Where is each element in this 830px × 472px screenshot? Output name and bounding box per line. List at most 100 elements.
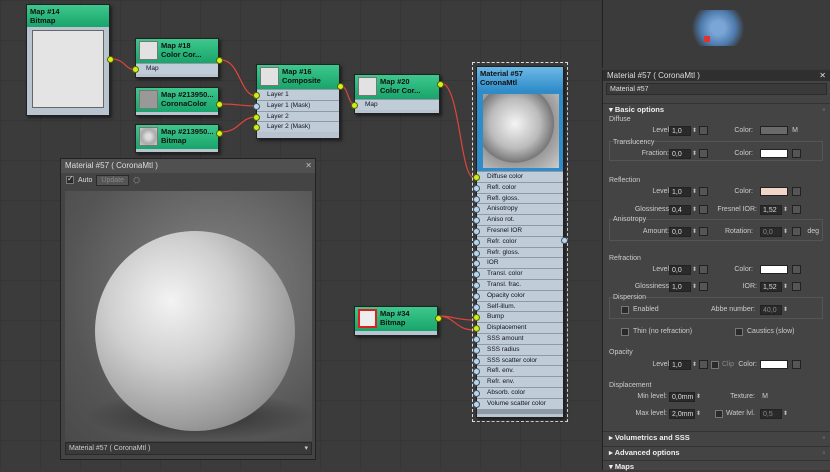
input-socket[interactable] — [473, 206, 480, 214]
slot-map[interactable]: Map — [351, 99, 439, 110]
fraction-spinner[interactable]: 0,0 — [669, 149, 697, 159]
input-socket[interactable] — [473, 281, 480, 289]
caustics-checkbox[interactable] — [735, 328, 743, 336]
refl-color-map-button[interactable] — [792, 187, 801, 196]
material-slot[interactable]: Displacement — [473, 322, 563, 333]
node-map213-color[interactable]: Map #213950... CoronaColor — [135, 87, 223, 116]
material-slot[interactable]: Bump — [473, 311, 563, 323]
input-socket[interactable] — [473, 195, 480, 203]
navigator-viewport-marker[interactable] — [704, 36, 710, 42]
material-slot[interactable]: Refr. gloss. — [473, 246, 563, 258]
input-socket[interactable] — [473, 249, 480, 257]
input-socket[interactable] — [473, 238, 480, 246]
min-level-spinner[interactable]: 0,0mm — [669, 392, 701, 402]
diffuse-color-swatch[interactable] — [760, 126, 788, 135]
opacity-color-swatch[interactable] — [760, 360, 788, 369]
material-slot[interactable]: Transl. color — [473, 268, 563, 279]
rollout-advanced[interactable]: ▸ Advanced options ▫ — [603, 446, 830, 457]
output-socket[interactable] — [337, 83, 344, 90]
translucency-color-swatch[interactable] — [760, 149, 788, 158]
output-socket[interactable] — [216, 130, 223, 137]
input-socket[interactable] — [473, 346, 480, 354]
refl-level-map-button[interactable] — [699, 187, 708, 196]
refl-gloss-map-button[interactable] — [699, 205, 708, 214]
refr-color-swatch[interactable] — [760, 265, 788, 274]
translucency-map-button[interactable] — [792, 149, 801, 158]
preview-titlebar[interactable]: Material #57 ( CoronaMtl ) ✕ — [61, 159, 315, 173]
abbe-number-spinner[interactable]: 40,0 — [760, 305, 788, 315]
output-socket[interactable] — [216, 57, 223, 64]
close-icon[interactable]: ✕ — [305, 159, 312, 173]
node-material57[interactable]: Material #57 CoronaMtl Diffuse color Refl.… — [473, 66, 568, 418]
output-socket[interactable] — [437, 81, 444, 88]
input-socket[interactable] — [473, 292, 480, 300]
node-graph-canvas[interactable]: Map #14 Bitmap Map #18 Color Cor... Map Ma… — [0, 0, 600, 470]
max-level-spinner[interactable]: 2,0mm — [669, 409, 701, 419]
material-slot[interactable]: Refr. color — [473, 235, 563, 247]
pin-icon[interactable]: ▫ — [822, 432, 825, 443]
ior-map-button[interactable] — [792, 282, 801, 291]
input-socket[interactable] — [473, 303, 480, 311]
input-socket[interactable] — [253, 113, 260, 121]
input-socket[interactable] — [473, 227, 480, 235]
fresnel-ior-map-button[interactable] — [792, 205, 801, 214]
rollout-maps[interactable]: ▾ Maps — [603, 460, 830, 471]
update-button[interactable]: Update — [96, 174, 129, 186]
material-slot[interactable]: Refl. color — [473, 181, 563, 193]
input-socket[interactable] — [473, 217, 480, 225]
node-map34[interactable]: Map #34 Bitmap — [354, 306, 442, 336]
refr-level-spinner[interactable]: 0,0 — [669, 265, 697, 275]
clip-checkbox[interactable] — [711, 361, 719, 369]
input-socket[interactable] — [473, 357, 480, 365]
input-socket[interactable] — [473, 314, 480, 322]
slot-layer1-mask[interactable]: Layer 1 (Mask) — [253, 99, 339, 111]
node-map20[interactable]: Map #20 Color Cor... Map — [351, 74, 444, 114]
output-socket[interactable] — [216, 101, 223, 108]
refr-gloss-map-button[interactable] — [699, 282, 708, 291]
input-socket[interactable] — [473, 174, 480, 181]
input-socket[interactable] — [473, 325, 480, 333]
material-slot[interactable]: Fresnel IOR — [473, 224, 563, 236]
material-slot[interactable]: Absorb. color — [473, 386, 563, 398]
water-level-checkbox[interactable] — [715, 410, 723, 418]
dispersion-enabled-checkbox[interactable] — [621, 306, 629, 314]
water-level-spinner[interactable]: 0,5 — [760, 409, 788, 419]
displacement-texture-button[interactable]: M — [760, 393, 768, 400]
preview-material-dropdown[interactable]: Material #57 ( CoronaMtl ) — [65, 442, 312, 455]
input-socket[interactable] — [473, 260, 480, 268]
material-slot[interactable]: SSS scatter color — [473, 354, 563, 366]
material-slot[interactable]: SSS radius — [473, 343, 563, 355]
input-socket[interactable] — [473, 335, 480, 343]
material-slot[interactable]: IOR — [473, 257, 563, 269]
node-map18[interactable]: Map #18 Color Cor... Map — [132, 38, 223, 78]
slot-layer2[interactable]: Layer 2 — [253, 110, 339, 122]
output-socket[interactable] — [435, 315, 442, 322]
aniso-rotation-map-button[interactable] — [792, 227, 801, 236]
navigator-view[interactable] — [602, 0, 830, 68]
material-name-field[interactable]: Material #57 — [606, 83, 827, 95]
diffuse-level-map-button[interactable] — [699, 126, 708, 135]
input-socket[interactable] — [473, 271, 480, 279]
pin-icon[interactable]: ▫ — [822, 447, 825, 458]
rollout-volumetrics[interactable]: ▸ Volumetrics and SSS ▫ — [603, 431, 830, 442]
input-socket[interactable] — [253, 124, 260, 132]
material-slot[interactable]: Aniso rot. — [473, 214, 563, 225]
input-socket[interactable] — [253, 92, 260, 99]
refl-gloss-spinner[interactable]: 0,4 — [669, 205, 697, 215]
node-map14[interactable]: Map #14 Bitmap — [26, 4, 114, 116]
diffuse-level-spinner[interactable]: 1,0 — [669, 126, 697, 136]
material-slot[interactable]: Volume scatter color — [473, 397, 563, 409]
refl-color-swatch[interactable] — [760, 187, 788, 196]
thin-checkbox[interactable] — [621, 328, 629, 336]
material-slot[interactable]: Refl. env. — [473, 365, 563, 377]
input-socket[interactable] — [253, 102, 260, 110]
refl-level-spinner[interactable]: 1,0 — [669, 187, 697, 197]
aniso-rotation-spinner[interactable]: 0,0 — [760, 227, 788, 237]
material-slot[interactable]: Refr. env. — [473, 376, 563, 387]
material-slot[interactable]: Opacity color — [473, 289, 563, 301]
input-socket[interactable] — [473, 184, 480, 192]
input-socket[interactable] — [473, 368, 480, 376]
opacity-level-spinner[interactable]: 1,0 — [669, 360, 697, 370]
pin-icon[interactable]: ▫ — [822, 104, 825, 115]
diffuse-map-button[interactable]: M — [790, 127, 798, 134]
